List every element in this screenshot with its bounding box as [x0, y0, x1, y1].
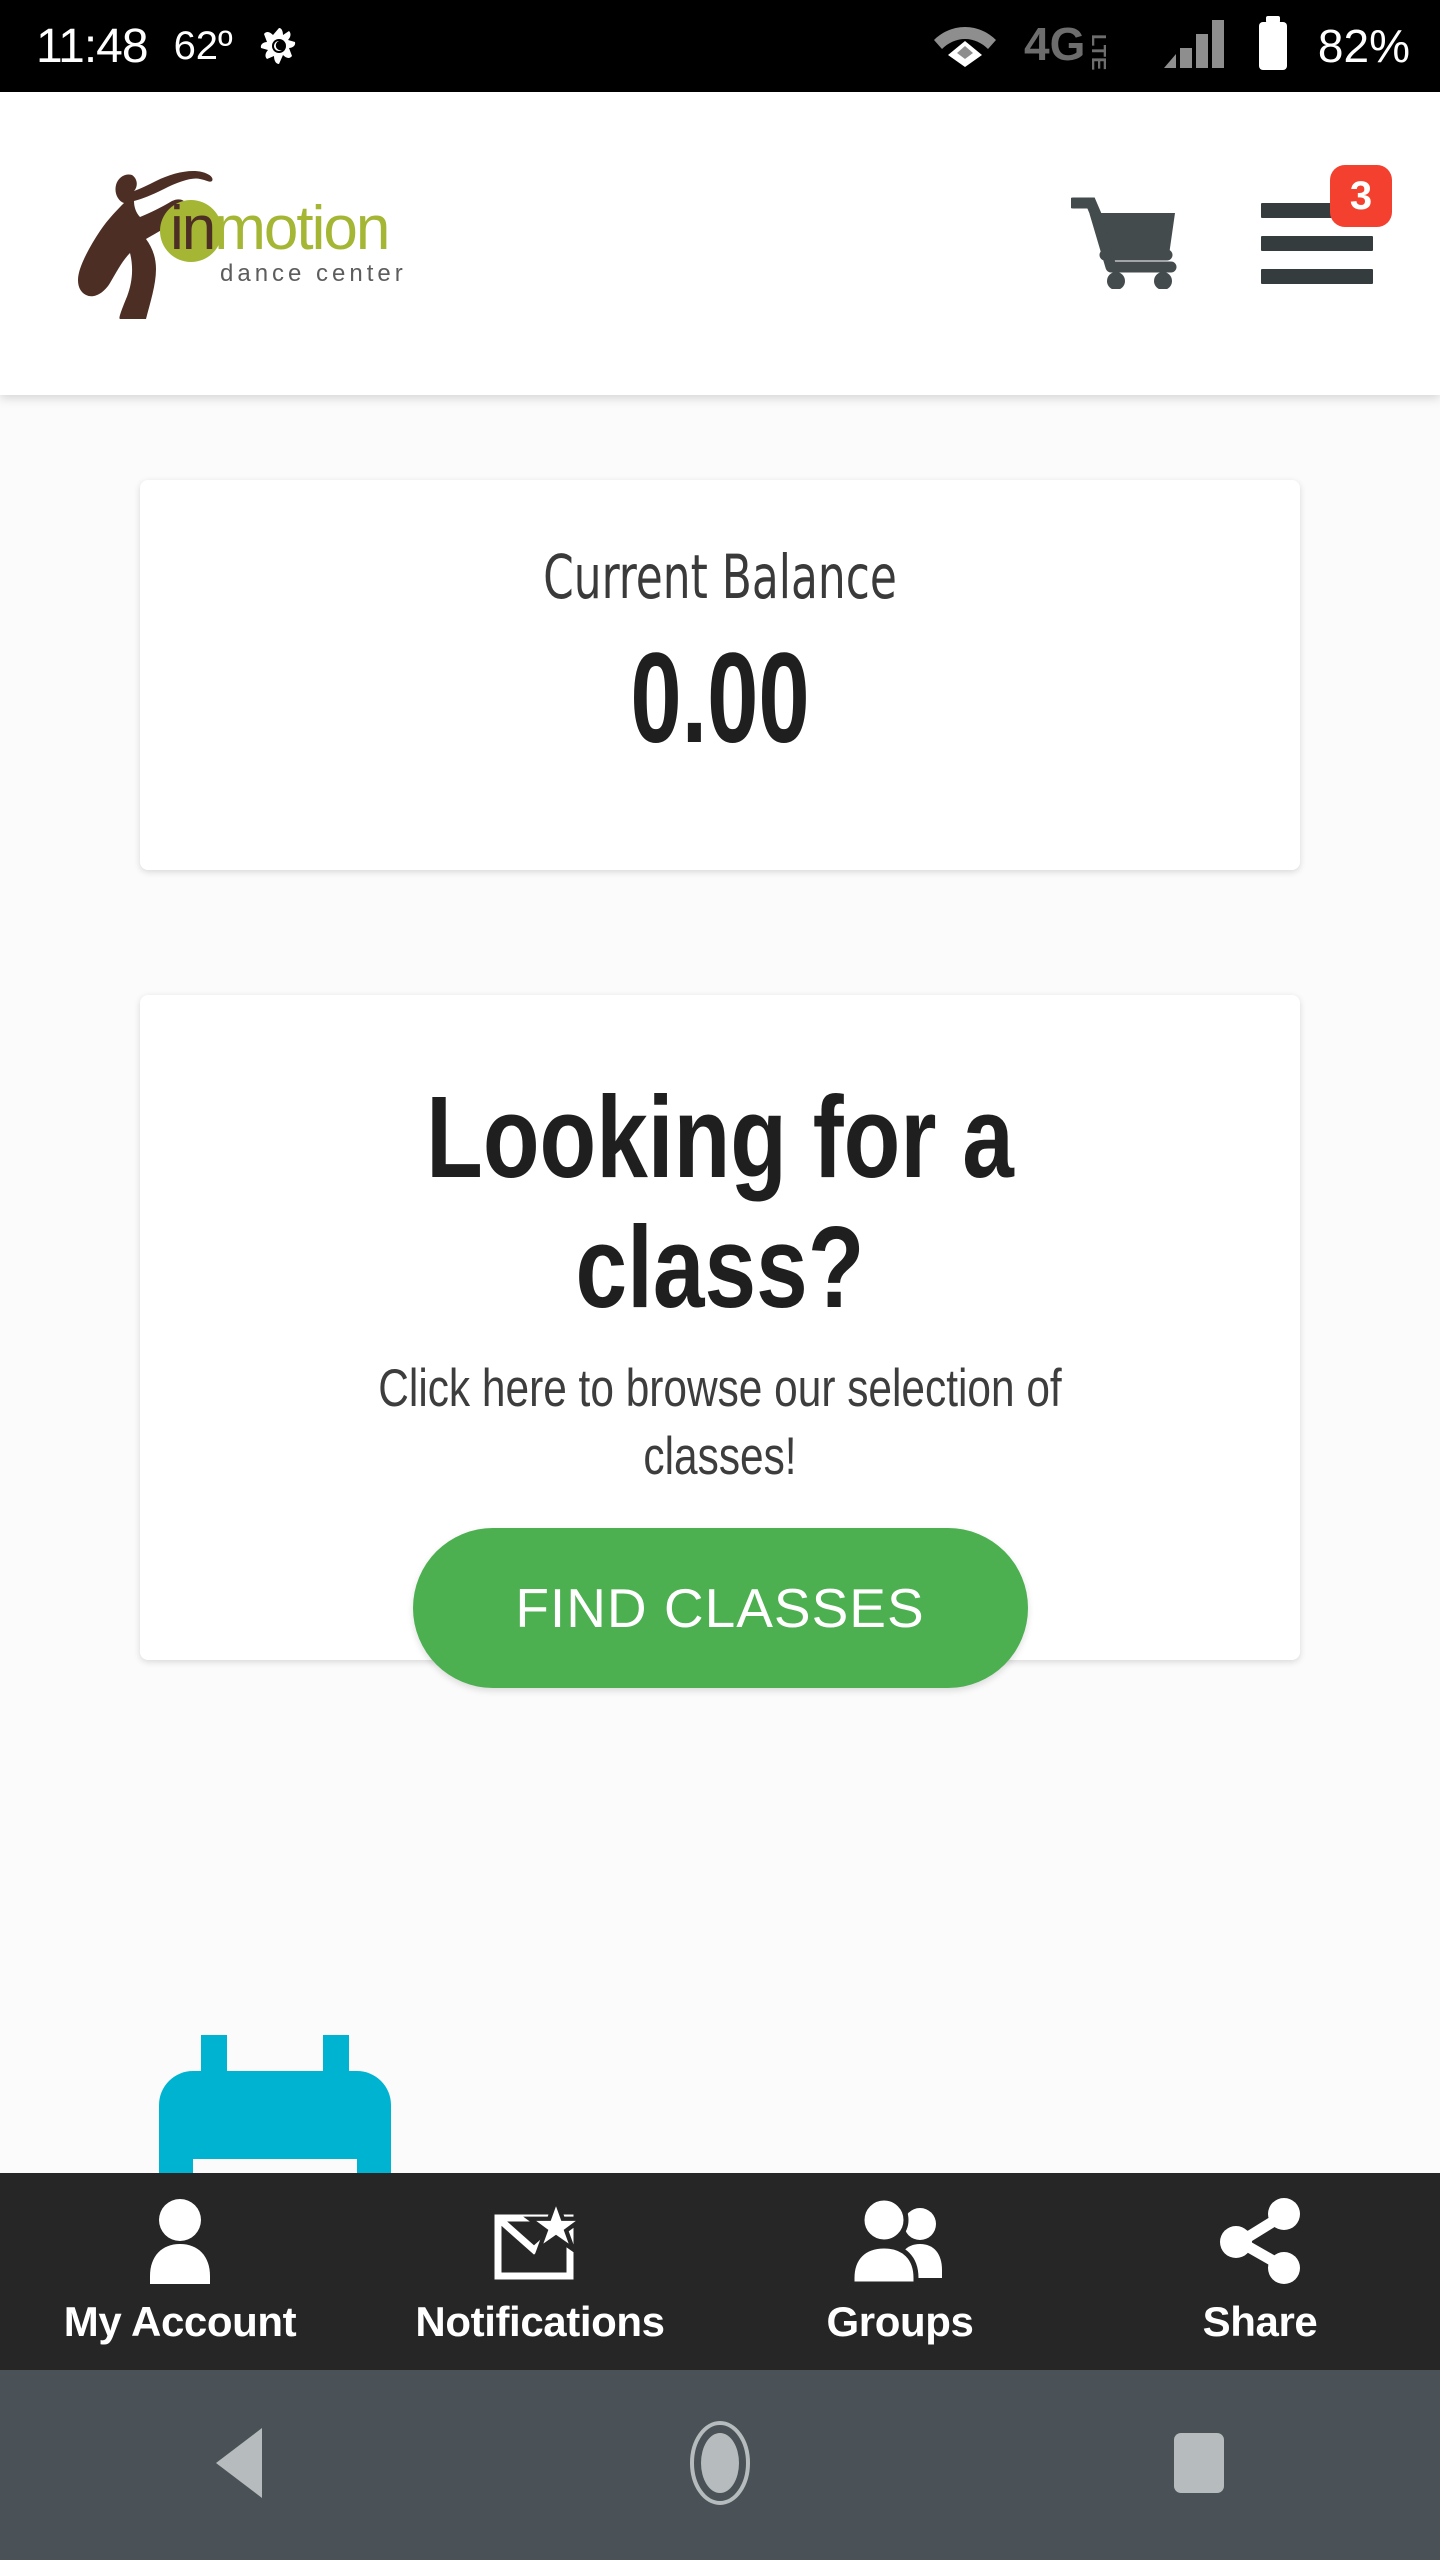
share-nodes-icon: [1214, 2197, 1306, 2284]
status-bar-left: 11:48 62º: [36, 19, 299, 74]
page-content: Current Balance 0.00 Looking for a class…: [0, 395, 1440, 2185]
tab-label-my-account: My Account: [63, 2297, 297, 2345]
status-bar-temperature: 62º: [173, 23, 233, 68]
find-a-class-card[interactable]: Looking for a class? Click here to brows…: [140, 995, 1300, 1689]
svg-text:inmotion: inmotion: [170, 194, 388, 263]
find-classes-button-wrap: FIND CLASSES: [140, 1528, 1300, 1689]
find-a-class-title: Looking for a class?: [426, 1072, 1014, 1332]
svg-text:4G: 4G: [1024, 18, 1085, 70]
tab-label-share: Share: [1202, 2297, 1318, 2345]
person-icon: [140, 2198, 220, 2284]
wifi-icon: [932, 19, 998, 74]
find-a-class-subtitle: Click here to browse our selection of cl…: [378, 1358, 1062, 1486]
bed-icon: [155, 2035, 403, 2185]
android-navigation-bar: [0, 2370, 1440, 2560]
android-status-bar: 11:48 62º 4G LTE 82%: [0, 0, 1440, 92]
battery-percent-label: 82%: [1317, 20, 1410, 72]
android-recents-button[interactable]: [1100, 2370, 1300, 2560]
tab-groups[interactable]: Groups: [720, 2173, 1080, 2370]
hamburger-menu-button[interactable]: 3: [1258, 164, 1392, 299]
tab-my-account[interactable]: My Account: [0, 2173, 360, 2370]
current-balance-card: Current Balance 0.00: [140, 480, 1300, 870]
bottom-tab-bar: My Account Notifications Groups Share: [0, 2173, 1440, 2370]
android-back-button[interactable]: [140, 2370, 340, 2560]
shopping-cart-icon: [1067, 193, 1179, 294]
weather-icon: [259, 26, 299, 66]
tab-label-notifications: Notifications: [415, 2297, 665, 2345]
app-header: inmotion dance center 3: [0, 92, 1440, 395]
envelope-star-icon: [494, 2197, 586, 2284]
tab-share[interactable]: Share: [1080, 2173, 1440, 2370]
svg-text:LTE: LTE: [1087, 34, 1109, 70]
hamburger-menu-icon-bar3: [1261, 269, 1373, 284]
signal-bars-icon: [1162, 18, 1228, 75]
network-type-icon: 4G LTE: [1024, 18, 1136, 75]
battery-icon: [1254, 15, 1292, 77]
find-classes-button[interactable]: FIND CLASSES: [412, 1528, 1028, 1689]
tab-label-groups: Groups: [826, 2297, 974, 2345]
android-home-button[interactable]: [620, 2370, 820, 2560]
recents-square-icon: [1168, 2431, 1232, 2500]
app-logo[interactable]: inmotion dance center: [60, 169, 420, 319]
balance-amount: 0.00: [630, 627, 810, 770]
status-bar-right: 4G LTE 82%: [932, 15, 1410, 77]
svg-text:dance center: dance center: [220, 260, 407, 287]
hamburger-menu-icon-bar2: [1261, 236, 1373, 251]
back-triangle-icon: [210, 2426, 270, 2505]
tab-notifications[interactable]: Notifications: [360, 2173, 720, 2370]
balance-label: Current Balance: [543, 542, 897, 613]
shopping-cart-button[interactable]: [1067, 193, 1180, 294]
status-bar-clock: 11:48: [36, 19, 149, 73]
menu-notification-badge: 3: [1330, 164, 1392, 227]
home-circle-icon: [677, 2420, 763, 2511]
header-actions: 3: [1067, 164, 1396, 299]
people-group-icon: [848, 2197, 952, 2284]
